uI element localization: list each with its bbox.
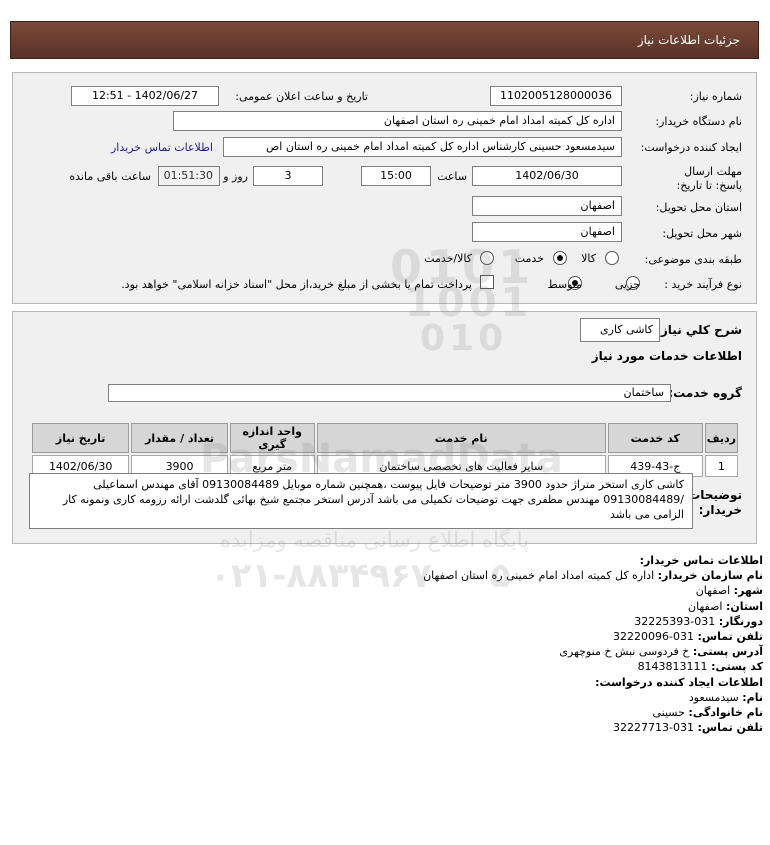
- buyer-phone-row: تلفن تماس: 031-32220096: [23, 629, 763, 644]
- buyer-phone-value: 031-32220096: [613, 630, 695, 644]
- service-group-label: گروه خدمت:: [668, 386, 742, 400]
- province-label: استان محل تحویل:: [655, 201, 742, 214]
- buyer-fax-row: دورنگار: 031-32225393: [23, 614, 763, 629]
- creator-last-label: نام خانوادگی:: [688, 706, 763, 720]
- creator-first-row: نام: سیدمسعود: [23, 690, 763, 705]
- contact-section: اطلاعات تماس خریدار: نام سازمان خریدار: …: [23, 553, 763, 735]
- page-title: جزئیات اطلاعات نیاز: [637, 33, 740, 47]
- city-field: اصفهان: [472, 222, 622, 242]
- buyer-org-row-value: اداره کل کمیته امداد امام خمینی ره استان…: [423, 569, 655, 583]
- category-radio-goods-service[interactable]: [480, 251, 494, 265]
- buyer-postal-value: 8143813111: [637, 660, 708, 674]
- need-details-panel: شماره نیاز: 1102005128000036 تاریخ و ساع…: [12, 72, 757, 304]
- buyer-province-row: استان: اصفهان: [23, 599, 763, 614]
- deadline-time-label: ساعت: [437, 170, 467, 183]
- general-desc-label: شرح کلي نياز:: [656, 323, 742, 337]
- col-header-name: نام خدمت: [316, 423, 606, 453]
- buyer-postal-label: کد پستی:: [711, 660, 763, 674]
- services-table-header: ردیف کد خدمت نام خدمت واحد اندازه گیری ت…: [32, 423, 738, 453]
- buyer-address-row: آدرس پستی: خ فردوسی نبش خ منوچهری: [23, 644, 763, 659]
- buyer-contact-heading: اطلاعات تماس خریدار:: [639, 554, 763, 567]
- service-group-field: ساختمان: [108, 384, 671, 402]
- announce-field: 1402/06/27 - 12:51: [71, 86, 219, 106]
- deadline-label: مهلت ارسال پاسخ: تا تاریخ:: [676, 165, 742, 192]
- creator-first-value: سیدمسعود: [688, 690, 739, 704]
- buyer-province-value: اصفهان: [688, 599, 723, 613]
- col-header-code: کد خدمت: [607, 423, 703, 453]
- payment-checkbox[interactable]: [480, 275, 494, 289]
- buyer-address-label: آدرس پستی:: [692, 645, 763, 659]
- creator-phone-row: تلفن تماس: 031-32227713: [23, 720, 763, 735]
- need-number-field: 1102005128000036: [490, 86, 622, 106]
- category-option-goods: کالا: [581, 252, 596, 265]
- buyer-city-row: شهر: اصفهان: [23, 583, 763, 598]
- process-option-minor: جزیی: [614, 278, 640, 291]
- buyer-phone-label: تلفن تماس:: [697, 630, 763, 644]
- buyer-notes-text: کاشی کاری استخر متراژ حدود 3900 متر توضی…: [29, 473, 693, 529]
- services-heading: اطلاعات خدمات مورد نیاز: [591, 349, 742, 363]
- category-option-goods-service: کالا/خدمت: [424, 252, 472, 265]
- page-header: جزئیات اطلاعات نیاز: [10, 21, 759, 59]
- days-label: روز و: [223, 170, 248, 183]
- buyer-fax-label: دورنگار:: [718, 614, 763, 628]
- category-option-service: خدمت: [514, 252, 544, 265]
- creator-field: سیدمسعود حسینی کارشناس اداره کل کمیته ام…: [223, 137, 622, 157]
- buyer-province-label: استان:: [726, 599, 763, 613]
- creator-phone-label: تلفن تماس:: [697, 721, 763, 735]
- buyer-org-field: اداره کل کمیته امداد امام خمینی ره استان…: [173, 111, 622, 131]
- buyer-fax-value: 031-32225393: [634, 614, 716, 628]
- creator-phone-value: 031-32227713: [613, 721, 695, 735]
- countdown-field: 01:51:30: [158, 166, 220, 186]
- buyer-notes-label: توضیحات خریدار:: [688, 488, 742, 517]
- days-field: 3: [253, 166, 323, 186]
- creator-last-value: حسینی: [652, 706, 685, 720]
- creator-label: ایجاد کننده درخواست:: [640, 141, 742, 154]
- buyer-org-label: نام دستگاه خریدار:: [655, 115, 742, 128]
- col-header-quantity: تعداد / مقدار: [131, 423, 228, 453]
- need-number-label: شماره نیاز:: [689, 90, 742, 103]
- deadline-time-field: 15:00: [361, 166, 431, 186]
- buyer-postal-row: کد پستی: 8143813111: [23, 659, 763, 674]
- col-header-row: ردیف: [704, 423, 738, 453]
- buyer-address-value: خ فردوسی نبش خ منوچهری: [559, 645, 690, 659]
- payment-note: پرداخت تمام یا بخشی از مبلغ خرید،از محل …: [121, 278, 472, 291]
- col-header-date: تاریخ نیاز: [32, 423, 130, 453]
- need-services-panel: شرح کلي نياز: کاشی کاری اطلاعات خدمات مو…: [12, 311, 757, 544]
- category-radio-goods[interactable]: [605, 251, 619, 265]
- category-radio-service[interactable]: [553, 251, 567, 265]
- category-label: طبقه بندی موضوعی:: [644, 253, 742, 266]
- process-option-medium: متوسط: [547, 278, 582, 291]
- creator-contact-heading: اطلاعات ایجاد کننده درخواست:: [595, 675, 763, 689]
- province-field: اصفهان: [472, 196, 622, 216]
- process-label: نوع فرآیند خرید :: [664, 278, 742, 291]
- general-desc-field: کاشی کاری: [580, 318, 660, 342]
- buyer-city-label: شهر:: [733, 584, 763, 598]
- announce-label: تاریخ و ساعت اعلان عمومی:: [235, 90, 368, 103]
- services-table: ردیف کد خدمت نام خدمت واحد اندازه گیری ت…: [30, 421, 740, 479]
- city-label: شهر محل تحویل:: [662, 227, 742, 240]
- buyer-city-value: اصفهان: [695, 584, 731, 598]
- creator-last-row: نام خانوادگی: حسینی: [23, 705, 764, 720]
- remaining-label: ساعت باقی مانده: [69, 170, 151, 183]
- creator-first-label: نام:: [742, 690, 763, 704]
- buyer-contact-link[interactable]: اطلاعات تماس خریدار: [111, 141, 213, 154]
- buyer-org-row: نام سازمان خریدار: اداره کل کمیته امداد …: [23, 568, 763, 583]
- cell-row: 1: [704, 455, 738, 477]
- deadline-date-field: 1402/06/30: [472, 166, 622, 186]
- buyer-org-row-label: نام سازمان خریدار:: [657, 569, 763, 583]
- col-header-unit: واحد اندازه گیری: [229, 423, 315, 453]
